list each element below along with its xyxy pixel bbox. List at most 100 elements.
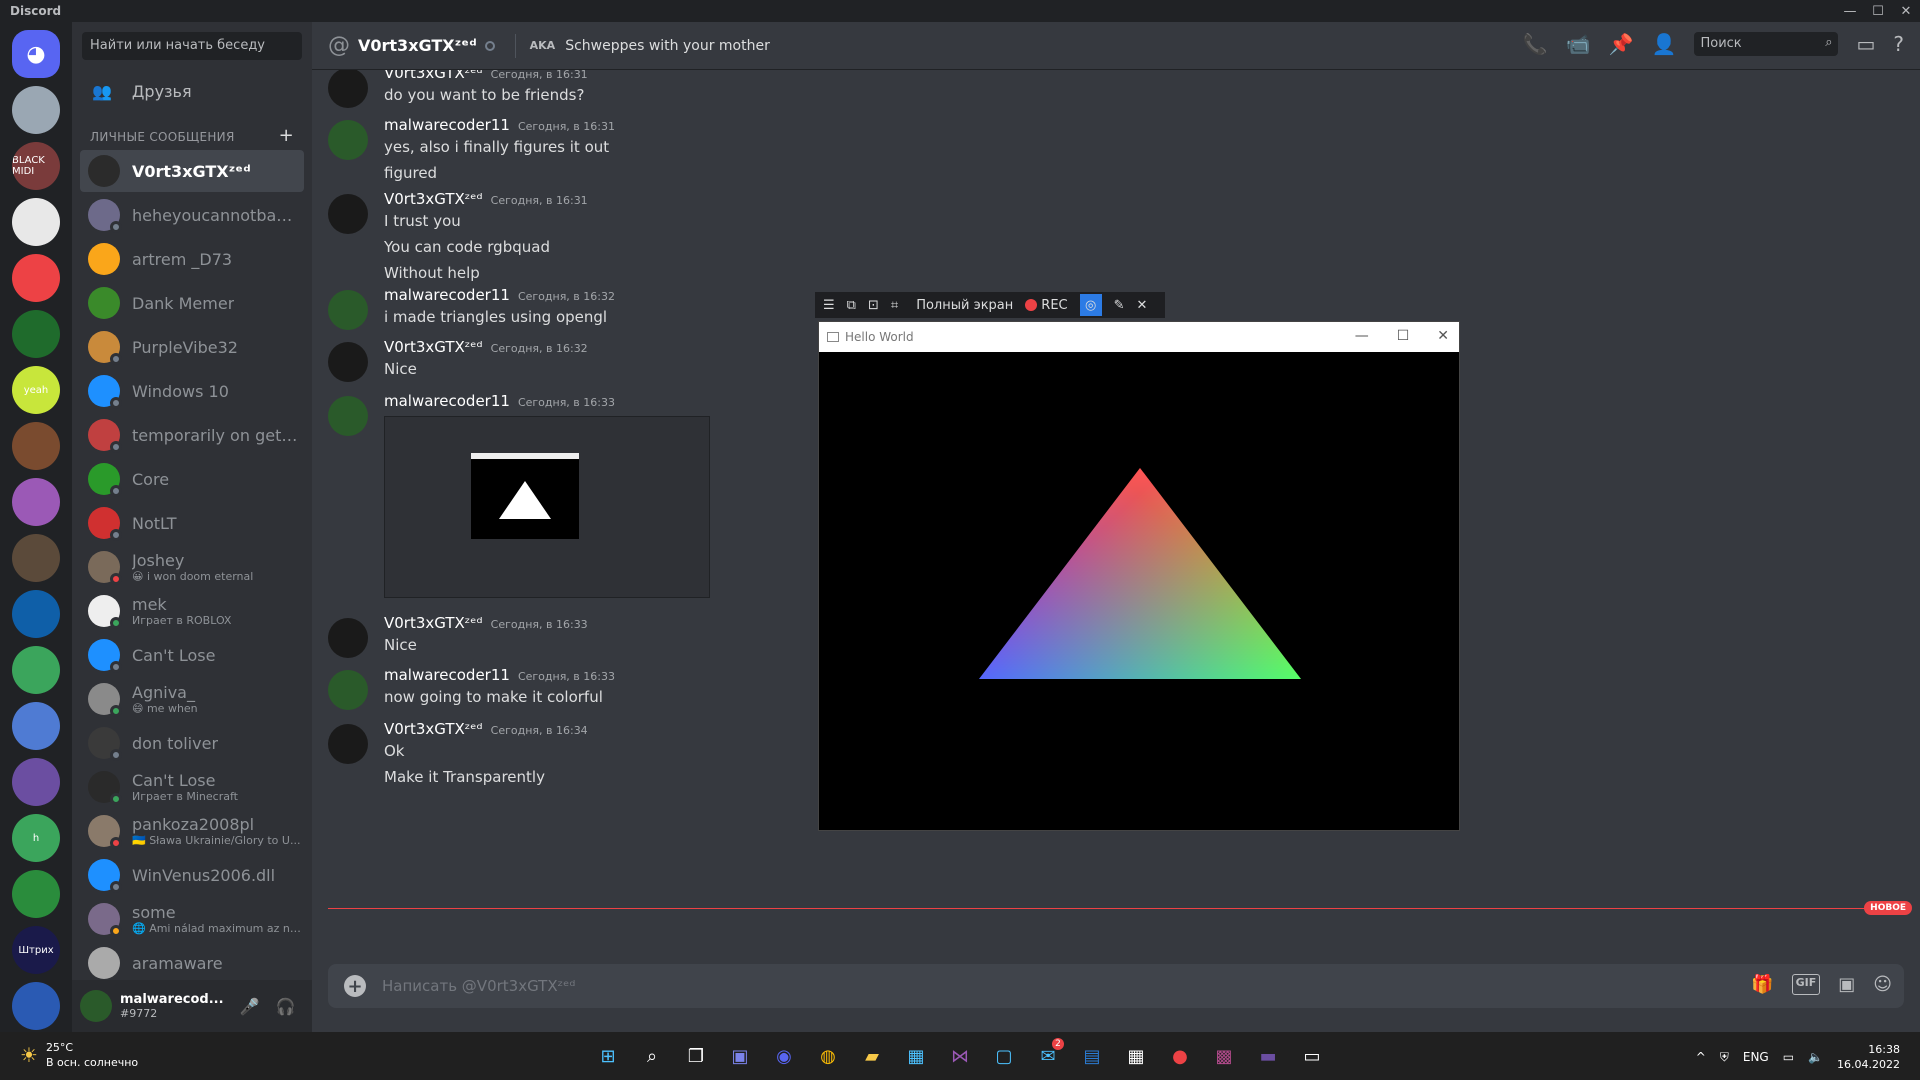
record-icon[interactable]: ● [1164, 1040, 1196, 1072]
message-author[interactable]: V0rt3xGTXᶻᵉᵈ [384, 338, 483, 356]
server-icon[interactable] [12, 310, 60, 358]
message-avatar[interactable] [328, 290, 368, 330]
inbox-icon[interactable]: ▭ [1856, 32, 1875, 56]
fullscreen-button[interactable]: Полный экран [916, 298, 1013, 313]
message-author[interactable]: V0rt3xGTXᶻᵉᵈ [384, 614, 483, 632]
server-icon[interactable] [12, 590, 60, 638]
message-avatar[interactable] [328, 70, 368, 108]
server-icon[interactable]: yeah [12, 366, 60, 414]
pen-icon[interactable]: ✎ [1114, 298, 1125, 313]
hw-maximize-button[interactable]: ☐ [1397, 328, 1410, 344]
message-avatar[interactable] [328, 194, 368, 234]
teams-chat-icon[interactable]: ▣ [724, 1040, 756, 1072]
maximize-button[interactable]: ☐ [1864, 0, 1892, 22]
mute-icon[interactable]: 🎤 [240, 997, 260, 1016]
word-icon[interactable]: ▤ [1076, 1040, 1108, 1072]
message-author[interactable]: V0rt3xGTXᶻᵉᵈ [384, 70, 483, 82]
server-icon[interactable] [12, 478, 60, 526]
mail-icon[interactable]: ✉ 2 [1032, 1038, 1064, 1072]
visual-studio-icon[interactable]: ⋈ [944, 1040, 976, 1072]
gift-icon[interactable]: 🎁 [1751, 974, 1773, 995]
close-toolbar-icon[interactable]: ✕ [1137, 298, 1148, 313]
friends-button[interactable]: 👥 Друзья [80, 70, 304, 112]
message-avatar[interactable] [328, 724, 368, 764]
dm-item[interactable]: pankoza2008pl 🇺🇦 Sława Ukrainie/Glory to … [80, 810, 304, 852]
user-avatar[interactable] [80, 990, 112, 1022]
hw-close-button[interactable]: ✕ [1437, 328, 1449, 344]
start-icon[interactable]: ⊞ [592, 1040, 624, 1072]
dm-item[interactable]: Can't Lose [80, 634, 304, 676]
server-icon[interactable] [12, 86, 60, 134]
dm-item[interactable]: WinVenus2006.dll [80, 854, 304, 896]
call-icon[interactable]: 📞 [1523, 32, 1548, 56]
channel-search-input[interactable]: Поиск ⌕ [1694, 32, 1839, 56]
network-icon[interactable]: ▭ [1783, 1050, 1794, 1064]
dm-item[interactable]: Joshey 😀 i won doom eternal [80, 546, 304, 588]
rec-button[interactable]: REC [1025, 298, 1068, 313]
sticker-icon[interactable]: ▣ [1838, 974, 1855, 995]
server-icon[interactable] [12, 254, 60, 302]
dm-item[interactable]: Dank Memer [80, 282, 304, 324]
search-taskbar-icon[interactable]: ⌕ [636, 1040, 668, 1072]
create-dm-icon[interactable]: + [279, 127, 294, 145]
defender-icon[interactable]: ⛨ [1720, 1050, 1729, 1065]
crop-icon[interactable]: ⌗ [891, 298, 898, 313]
server-icon[interactable] [12, 982, 60, 1030]
dm-item[interactable]: Windows 10 [80, 370, 304, 412]
attach-plus-icon[interactable]: + [344, 975, 366, 997]
dm-item[interactable]: Core [80, 458, 304, 500]
app-icon-blue[interactable]: ▢ [988, 1040, 1020, 1072]
dm-item[interactable]: some 🌐 Ami nálad maximum az nál... [80, 898, 304, 940]
close-button[interactable]: ✕ [1892, 0, 1920, 22]
screenshot-attachment[interactable] [384, 416, 710, 598]
weather-widget[interactable]: ☀ 25°C В осн. солнечно [20, 1040, 138, 1070]
message-author[interactable]: malwarecoder11 [384, 286, 510, 304]
server-icon[interactable] [12, 702, 60, 750]
window-capture-icon[interactable]: ⧉ [847, 298, 856, 313]
dm-item[interactable]: Agniva_ 😄 me when [80, 678, 304, 720]
message-composer[interactable]: + Написать @V0rt3xGTXᶻᵉᵈ 🎁 GIF ▣ ☺ [328, 964, 1904, 1008]
volume-icon[interactable]: 🔈 [1808, 1050, 1823, 1064]
message-avatar[interactable] [328, 670, 368, 710]
server-icon[interactable]: BLACK MIDI [12, 142, 60, 190]
message-author[interactable]: V0rt3xGTXᶻᵉᵈ [384, 190, 483, 208]
message-author[interactable]: malwarecoder11 [384, 392, 510, 410]
dm-item[interactable]: NotLT [80, 502, 304, 544]
message-author[interactable]: V0rt3xGTXᶻᵉᵈ [384, 720, 483, 738]
deafen-icon[interactable]: 🎧 [275, 997, 295, 1016]
server-icon[interactable] [12, 758, 60, 806]
discord-taskbar-icon[interactable]: ◉ [768, 1040, 800, 1072]
help-icon[interactable]: ? [1893, 32, 1904, 56]
task-view-icon[interactable]: ❐ [680, 1040, 712, 1072]
server-icon[interactable] [12, 646, 60, 694]
add-friend-icon[interactable]: 👤 [1652, 32, 1677, 56]
dm-item[interactable]: don toliver [80, 722, 304, 764]
server-icon[interactable] [12, 870, 60, 918]
dm-item[interactable]: PurpleVibe32 [80, 326, 304, 368]
dm-item[interactable]: aramaware [80, 942, 304, 984]
message-avatar[interactable] [328, 396, 368, 436]
pin-icon[interactable]: 📌 [1609, 32, 1634, 56]
message-author[interactable]: malwarecoder11 [384, 116, 510, 134]
region-capture-icon[interactable]: ⊡ [868, 298, 879, 313]
clock[interactable]: 16:38 16.04.2022 [1837, 1042, 1900, 1072]
dm-item[interactable]: heheyoucannotbanme... [80, 194, 304, 236]
video-call-icon[interactable]: 📹 [1566, 32, 1591, 56]
server-icon[interactable] [12, 534, 60, 582]
server-icon[interactable] [12, 198, 60, 246]
emoji-icon[interactable]: ☺ [1873, 974, 1892, 995]
dm-item[interactable]: temporarily on getreal ... [80, 414, 304, 456]
dm-item[interactable]: V0rt3xGTXᶻᵉᵈ [80, 150, 304, 192]
hw-minimize-button[interactable]: — [1355, 328, 1369, 344]
calculator-icon[interactable]: ▦ [1120, 1040, 1152, 1072]
store-icon[interactable]: ▦ [900, 1040, 932, 1072]
dm-item[interactable]: mek Играет в ROBLOX [80, 590, 304, 632]
server-icon[interactable]: h [12, 814, 60, 862]
camera-icon[interactable]: ◎ [1079, 294, 1102, 316]
winrar-icon[interactable]: ▩ [1208, 1040, 1240, 1072]
media-icon[interactable]: ▬ [1252, 1040, 1284, 1072]
tray-chevron-icon[interactable]: ^ [1696, 1050, 1706, 1064]
window-app-icon[interactable]: ▭ [1296, 1040, 1328, 1072]
minimize-button[interactable]: — [1836, 0, 1864, 22]
server-icon[interactable] [12, 422, 60, 470]
